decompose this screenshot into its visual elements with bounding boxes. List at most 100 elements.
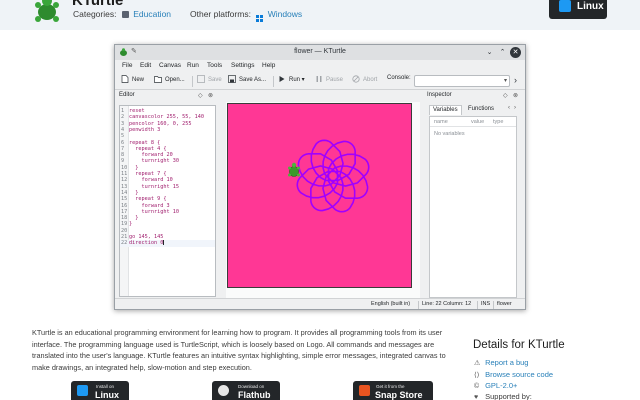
flower-drawing <box>288 139 370 213</box>
menu-run[interactable]: Run <box>187 62 199 69</box>
chevron-down-icon: ▾ <box>300 77 305 83</box>
code-line[interactable]: 22 direction 0 <box>120 240 215 247</box>
report-bug-link[interactable]: ⚠ Report a bug <box>474 358 528 367</box>
inspector-pane: Inspector ◇ ⊗ Variables Functions ‹ › na… <box>425 92 521 298</box>
column-name[interactable]: name <box>434 119 448 125</box>
supported-by: ♥ Supported by: <box>474 392 532 400</box>
code-text: forward 20 <box>129 152 173 159</box>
categories-label: Categories: <box>73 9 117 19</box>
tab-functions[interactable]: Functions <box>465 105 497 115</box>
variables-table: name value type No variables <box>429 116 517 298</box>
save-as-button[interactable]: Save As... <box>228 75 266 87</box>
empty-variables-text: No variables <box>434 131 465 137</box>
run-button[interactable]: Run ▾ <box>278 75 305 87</box>
column-type[interactable]: type <box>493 119 503 125</box>
badge-label: Linux <box>577 1 604 12</box>
platforms-label: Other platforms: <box>190 9 251 19</box>
chevron-right-icon[interactable]: › <box>514 75 517 85</box>
save-as-icon <box>228 75 236 83</box>
new-label: New <box>132 77 145 83</box>
categories-line: Categories: Education <box>73 9 171 19</box>
chevron-down-icon: ▾ <box>503 78 507 84</box>
menu-help[interactable]: Help <box>262 62 275 69</box>
kturtle-window-screenshot: ✎ flower — KTurtle ⌄ ⌃ ✕ File Edit Canva… <box>114 44 526 310</box>
tab-variables[interactable]: Variables <box>429 105 462 115</box>
open-button[interactable]: Open... <box>154 75 185 87</box>
close-button[interactable]: ✕ <box>510 47 521 58</box>
column-value[interactable]: value <box>471 119 484 125</box>
details-title: Details for KTurtle <box>473 339 565 351</box>
badge-small-text: Get it from the <box>376 384 405 389</box>
save-icon <box>197 75 205 83</box>
inspector-title: Inspector <box>427 92 452 98</box>
float-pane-icon[interactable]: ◇ <box>198 92 203 99</box>
table-header: name value type <box>430 117 516 127</box>
menu-bar: File Edit Canvas Run Tools Settings Help <box>115 60 525 72</box>
code-text: } <box>129 189 139 196</box>
code-text: penwidth 3 <box>129 126 161 133</box>
app-title: KTurtle <box>72 0 124 9</box>
status-language: English (built in) <box>371 301 411 307</box>
close-pane-icon[interactable]: ⊗ <box>513 92 518 99</box>
badge-big-text: Snap Store <box>375 390 423 400</box>
bug-icon: ⚠ <box>474 360 481 367</box>
code-text: } <box>129 215 139 222</box>
category-link[interactable]: Education <box>133 9 171 19</box>
new-button[interactable]: New <box>121 75 144 87</box>
tab-scroll-right-icon[interactable]: › <box>514 105 516 111</box>
code-text: turnright 10 <box>129 208 179 215</box>
minimize-button[interactable]: ⌄ <box>484 47 495 58</box>
save-button[interactable]: Save <box>197 75 222 87</box>
kde-store-icon <box>559 0 571 12</box>
platform-link[interactable]: Windows <box>268 9 302 19</box>
menu-settings[interactable]: Settings <box>231 62 255 69</box>
menu-file[interactable]: File <box>122 62 132 69</box>
play-icon <box>279 76 285 82</box>
maximize-button[interactable]: ⌃ <box>497 47 508 58</box>
badge-big-text: Linux <box>95 390 119 400</box>
tab-scroll-left-icon[interactable]: ‹ <box>508 105 510 111</box>
save-as-label: Save As... <box>239 77 267 83</box>
main-toolbar: New Open... Save Save As... Run ▾ Pause … <box>115 72 525 90</box>
supported-by-label: Supported by: <box>485 392 532 400</box>
close-pane-icon[interactable]: ⊗ <box>208 92 213 99</box>
browse-source-link[interactable]: ⟨⟩ Browse source code <box>474 370 553 379</box>
console-input[interactable]: ▾ <box>414 75 510 87</box>
menu-tools[interactable]: Tools <box>207 62 222 69</box>
badge-small-text: Install on <box>96 384 115 389</box>
code-text: repeat 4 { <box>129 145 167 152</box>
float-pane-icon[interactable]: ◇ <box>503 92 508 99</box>
license-link[interactable]: © GPL-2.0+ <box>474 381 517 390</box>
text-caret <box>163 240 165 246</box>
toolbar-separator <box>192 76 193 87</box>
status-separator <box>477 301 478 309</box>
flathub-badge[interactable]: Download on Flathub <box>212 381 280 400</box>
linux-install-badge[interactable]: Linux <box>549 0 607 19</box>
window-title: flower — KTurtle <box>294 48 346 55</box>
pause-button[interactable]: Pause <box>315 75 343 87</box>
badge-big-text: Flathub <box>238 390 271 400</box>
abort-button[interactable]: Abort <box>352 75 377 87</box>
flathub-icon <box>218 385 229 396</box>
pause-icon <box>316 76 322 82</box>
code-icon: ⟨⟩ <box>474 372 480 379</box>
abort-label: Abort <box>363 77 378 83</box>
status-position: Line: 22 Column: 12 <box>422 301 472 307</box>
abort-icon <box>352 75 360 83</box>
save-label: Save <box>208 77 222 83</box>
turtle-canvas[interactable] <box>227 103 412 288</box>
console-label: Console: <box>387 75 411 81</box>
code-text: repeat 9 { <box>129 196 167 203</box>
toolbar-separator <box>273 76 274 87</box>
install-linux-badge[interactable]: Install on Linux <box>71 381 129 400</box>
code-text: } <box>129 221 133 228</box>
code-text: canvascolor 255, 55, 140 <box>129 114 204 121</box>
app-description: KTurtle is an educational programming en… <box>32 328 446 373</box>
code-text: reset <box>129 108 145 114</box>
code-editor[interactable]: 1 reset 2 canvascolor 255, 55, 140 3 pencolor… <box>119 105 216 297</box>
menu-canvas[interactable]: Canvas <box>159 62 181 69</box>
status-mode: INS <box>481 301 491 307</box>
flower-path <box>296 139 370 213</box>
menu-edit[interactable]: Edit <box>140 62 151 69</box>
snap-store-badge[interactable]: Get it from the Snap Store <box>353 381 433 400</box>
